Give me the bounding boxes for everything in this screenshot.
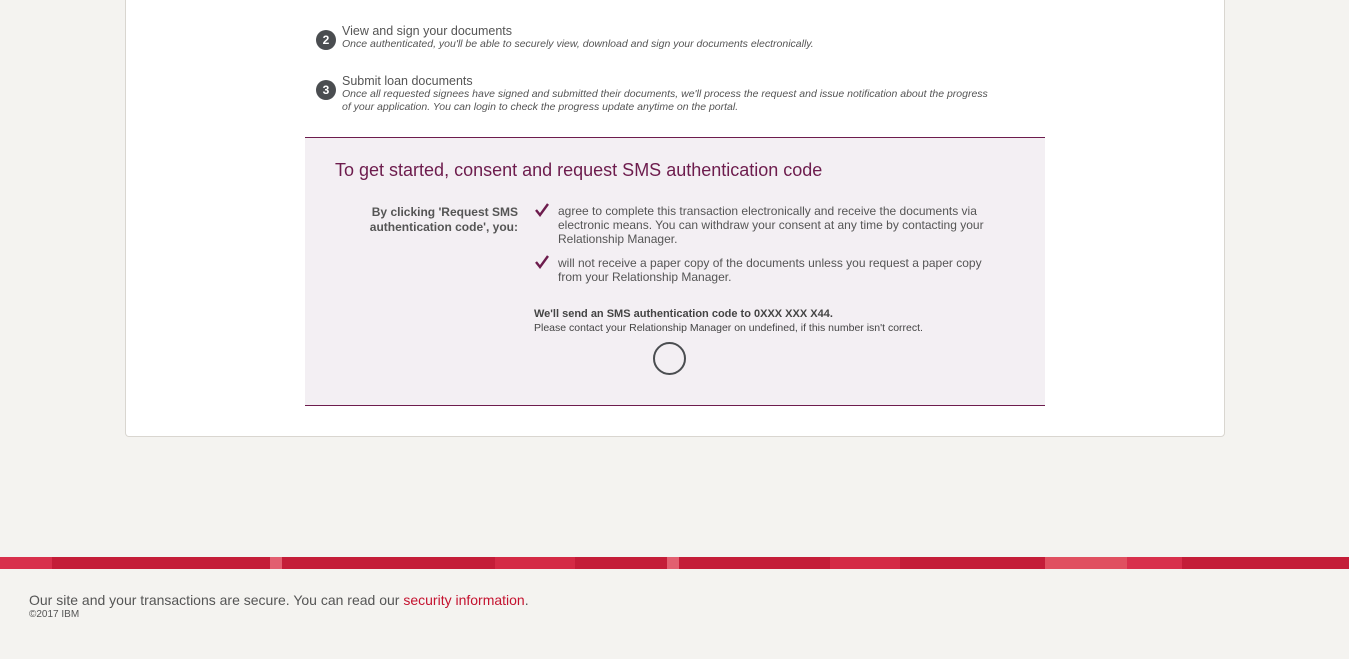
copyright: ©2017 IBM: [29, 609, 80, 620]
step-number-badge: 2: [316, 30, 336, 50]
consent-lead: By clicking 'Request SMS authentication …: [369, 205, 518, 234]
sms-notice: We'll send an SMS authentication code to…: [534, 308, 833, 320]
decorative-stripe: [0, 557, 1349, 569]
security-information-link[interactable]: security information: [403, 592, 524, 608]
loading-spinner-icon: [653, 342, 686, 375]
step-title: View and sign your documents: [342, 24, 513, 38]
checkmark-icon: [535, 255, 549, 269]
security-statement: Our site and your transactions are secur…: [29, 592, 529, 608]
consent-heading: To get started, consent and request SMS …: [335, 160, 823, 180]
checkmark-icon: [535, 203, 549, 217]
sms-help-text: Please contact your Relationship Manager…: [534, 322, 923, 334]
page-footer: Our site and your transactions are secur…: [0, 569, 1349, 659]
consent-item-text: agree to complete this transaction elect…: [558, 204, 984, 246]
step-description: Once all requested signees have signed a…: [342, 88, 988, 113]
security-text: Our site and your transactions are secur…: [29, 592, 404, 608]
step-title: Submit loan documents: [342, 74, 473, 88]
consent-item-text: will not receive a paper copy of the doc…: [558, 256, 982, 284]
consent-panel: To get started, consent and request SMS …: [305, 137, 1045, 406]
security-text-end: .: [524, 592, 529, 608]
step-number-badge: 3: [316, 80, 336, 100]
step-description: Once authenticated, you'll be able to se…: [342, 38, 814, 50]
